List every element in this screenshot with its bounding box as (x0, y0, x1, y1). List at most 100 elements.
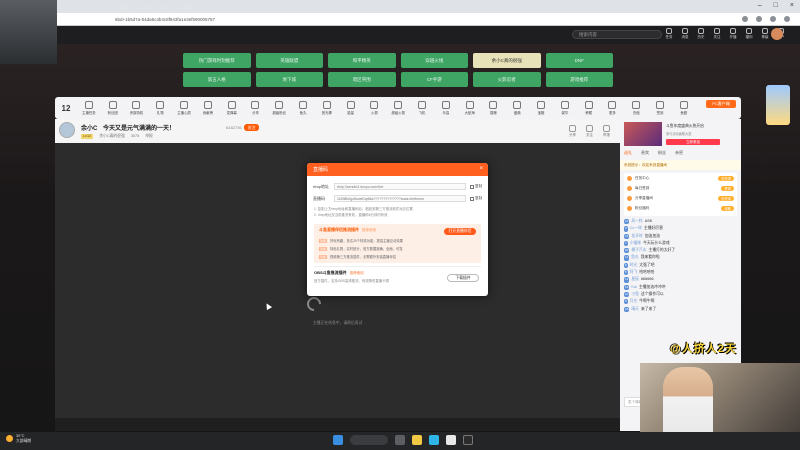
gift-item[interactable]: 荣耀 (577, 101, 601, 115)
gift-item[interactable]: 超级粉丝 (267, 101, 291, 115)
side-promo-widget[interactable] (766, 85, 790, 125)
category-button-highlighted[interactable]: 余小C真的很强 (473, 53, 541, 68)
header-icon-message[interactable]: 消息 (680, 28, 690, 40)
download-plugin-button[interactable]: 下载插件 (447, 274, 479, 282)
copy-rtmp-button[interactable]: 复制 (470, 184, 482, 189)
task-button[interactable]: 签到 (721, 186, 734, 191)
category-button[interactable]: 暗区突围 (328, 72, 396, 87)
tab-gifts[interactable]: 送礼 (624, 150, 632, 156)
maximize-icon[interactable]: □ (774, 2, 778, 9)
code-field[interactable]: 11698b2gz5oweDqr8ks??????????????auas=fm… (334, 195, 466, 202)
header-icon-welfare[interactable]: 福利 (744, 28, 754, 40)
gift-item[interactable]: 超级火箭 (386, 101, 410, 115)
task-view-icon[interactable] (395, 435, 405, 445)
task-button[interactable]: 去完成 (718, 196, 734, 201)
gift-item[interactable]: 更多 (601, 101, 625, 115)
chrome-browser-icon[interactable] (446, 435, 456, 445)
gift-item[interactable]: 能量 (339, 101, 363, 115)
category-button[interactable]: 第五人格 (183, 72, 251, 87)
windows-start-icon[interactable] (333, 435, 343, 445)
category-button[interactable]: 地下城 (255, 72, 323, 87)
tab-fans[interactable]: 粉丝 (658, 150, 666, 156)
file-explorer-icon[interactable] (412, 435, 422, 445)
promo-banner[interactable]: 斗鱼年度盛典火热开启 参与活动赢取大奖 立即参加 (624, 122, 737, 146)
category-button[interactable]: 游戏推荐 (545, 72, 613, 87)
gift-item[interactable]: 鱼丸 (291, 101, 315, 115)
message-icon (682, 28, 688, 34)
gift-item[interactable]: 充值 (624, 101, 648, 115)
task-button[interactable]: 领取 (721, 206, 734, 211)
stream-category[interactable]: 余小C真的很强 (99, 134, 125, 139)
header-icon-level[interactable]: 等级 (760, 28, 770, 40)
gift-item[interactable]: 主播任务 (77, 101, 101, 115)
header-icon-broadcast[interactable]: 开播 (728, 28, 738, 40)
category-button[interactable]: 穿越火线 (400, 53, 468, 68)
profile-icon[interactable] (770, 16, 776, 22)
gift-item[interactable]: 宝箱 (529, 101, 553, 115)
follow-button[interactable]: 关注 (244, 124, 259, 131)
gift-item[interactable]: 猫粮 (482, 101, 506, 115)
gift-item[interactable]: 豪华 (553, 101, 577, 115)
header-icon-task[interactable]: 任务 (664, 28, 674, 40)
share-action[interactable]: 分享 (569, 125, 576, 138)
gift-icon (632, 101, 641, 109)
gift-item[interactable]: 贵族特权 (125, 101, 149, 115)
gift-item[interactable]: 荧光棒 (315, 101, 339, 115)
loading-text: 主播正在休息中，请稍后再试 (313, 321, 363, 325)
gift-item[interactable]: 大航海 (458, 101, 482, 115)
gift-item[interactable]: 盛典 (505, 101, 529, 115)
gift-item[interactable]: 主播心愿 (172, 101, 196, 115)
gift-item[interactable]: 贡献榜 (196, 101, 220, 115)
category-button[interactable]: 热门游戏时刻推荐 (183, 53, 251, 68)
edge-browser-icon[interactable] (429, 435, 439, 445)
report-action[interactable]: 举报 (603, 125, 610, 138)
obs-icon[interactable] (463, 435, 473, 445)
category-button[interactable]: CF手游 (400, 72, 468, 87)
gift-item[interactable]: 鱼翅 (672, 101, 696, 115)
url-text[interactable]: 6bd+1b5d7a-54da5c4b4c8f943fa1e3ef5900057… (115, 17, 215, 22)
chat-list[interactable]: 12 风一样 ASK 9 Cc一样 主播好厉害 15 花开时 加油加油 7 小猫咪 今天玩什么游… (624, 219, 737, 314)
copy-code-button[interactable]: 复制 (470, 196, 482, 201)
gift-item[interactable]: 礼物 (148, 101, 172, 115)
address-bar[interactable]: 6bd+1b5d7a-54da5c4b4c8f943fa1e3ef5900057… (55, 13, 800, 26)
avatar[interactable] (771, 28, 783, 40)
nav-item-live[interactable]: 直播 (118, 4, 129, 12)
streamer-avatar[interactable] (59, 122, 75, 138)
category-button[interactable]: 英雄联盟 (255, 53, 323, 68)
open-plugin-button[interactable]: 打开直播伴侣 (444, 228, 476, 235)
header-icon-follow[interactable]: 关注 (712, 28, 722, 40)
rtmp-field[interactable]: rtmp://sendtc3.douyu.com/live (334, 183, 466, 190)
gift-item[interactable]: 乐高 (434, 101, 458, 115)
menu-icon[interactable] (784, 16, 790, 22)
extension-icon[interactable] (742, 16, 748, 22)
category-button[interactable]: 和平精英 (328, 53, 396, 68)
close-icon[interactable]: × (790, 2, 794, 9)
search-input[interactable]: 搜索内容 (572, 30, 662, 39)
code-label: 直播码 (313, 195, 325, 201)
nav-item-yuba[interactable]: 鱼吧 (160, 4, 171, 12)
taskbar-search-icon[interactable] (350, 435, 388, 445)
tab-intimacy[interactable]: 亲密 (675, 150, 683, 156)
gift-item[interactable]: 签到 (648, 101, 672, 115)
weather-widget[interactable]: 30°C 大部晴朗 (6, 434, 31, 443)
pc-client-button[interactable]: PC客户端 (706, 100, 736, 108)
report-link[interactable]: 举报 (145, 134, 153, 139)
tab-vip[interactable]: 贵宾 (641, 150, 649, 156)
gift-item[interactable]: 发弹幕 (220, 101, 244, 115)
promo-button[interactable]: 立即参加 (666, 139, 720, 145)
close-icon[interactable]: × (479, 166, 483, 172)
follow-action[interactable]: 关注 (586, 125, 593, 138)
nav-item-video[interactable]: 视频 (181, 4, 192, 12)
header-icon-history[interactable]: 历史 (696, 28, 706, 40)
streamer-name[interactable]: 余小C (81, 123, 97, 132)
minimize-icon[interactable]: – (758, 2, 762, 9)
gift-item[interactable]: 粉丝团 (101, 101, 125, 115)
bookmark-icon[interactable] (756, 16, 762, 22)
category-button[interactable]: 火影忍者 (473, 72, 541, 87)
task-button[interactable]: 去完成 (718, 176, 734, 181)
gift-item[interactable]: 火箭 (363, 101, 387, 115)
gift-item[interactable]: 飞机 (410, 101, 434, 115)
gift-item[interactable]: 分享 (244, 101, 268, 115)
nav-item-games[interactable]: 游戏 (139, 4, 150, 12)
category-button[interactable]: DNF (545, 53, 613, 68)
